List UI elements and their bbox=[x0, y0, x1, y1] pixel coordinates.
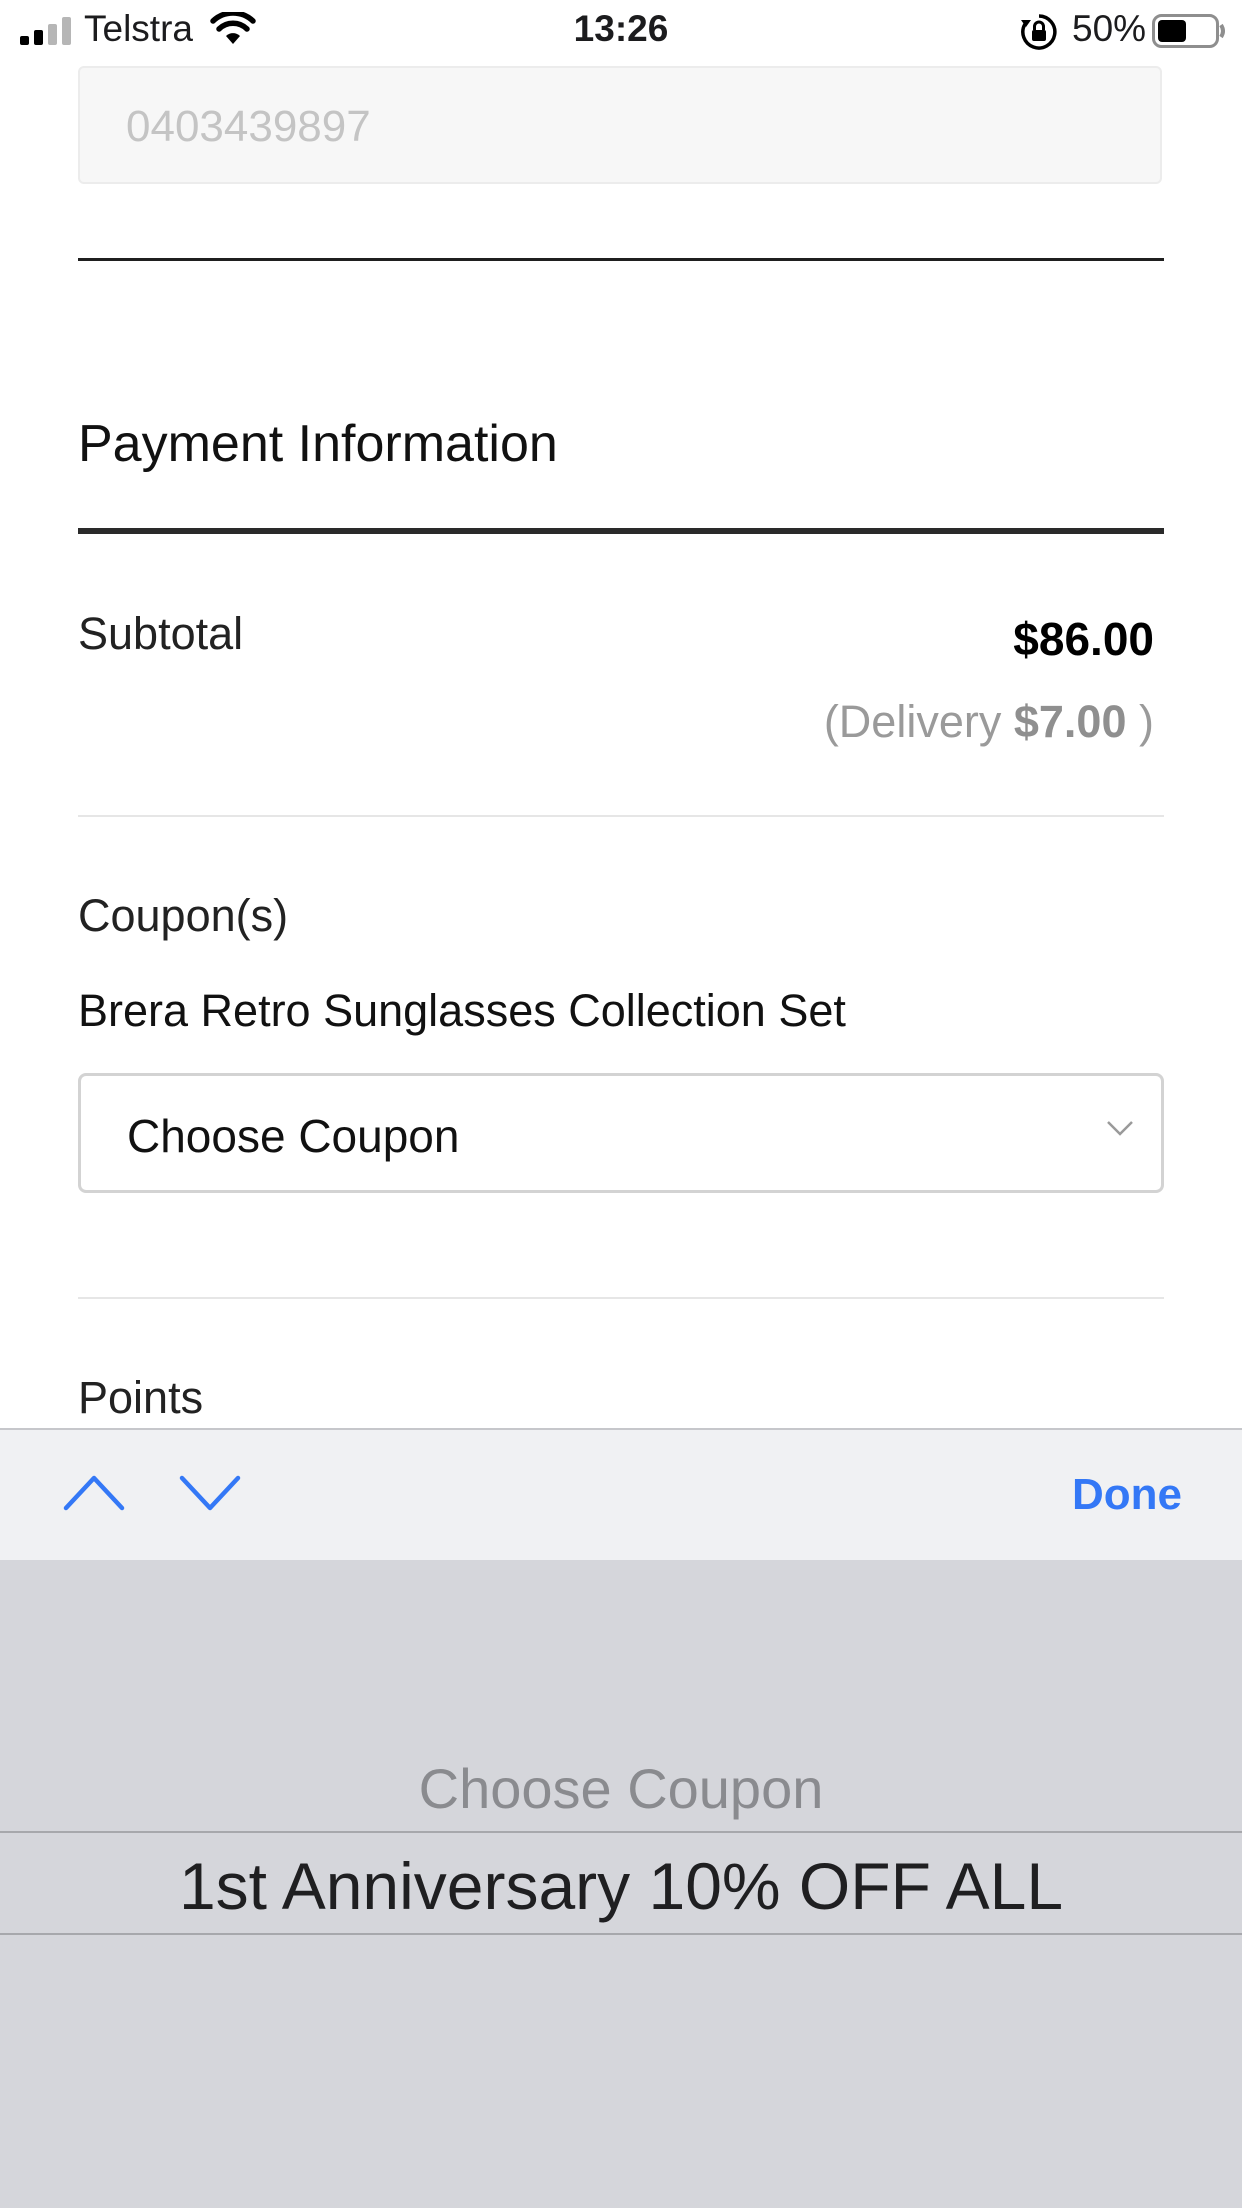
chevron-up-icon[interactable] bbox=[62, 1472, 126, 1512]
section-title: Payment Information bbox=[78, 415, 558, 473]
coupon-select[interactable]: Choose Coupon bbox=[78, 1073, 1164, 1193]
orientation-lock-icon bbox=[1021, 14, 1057, 50]
delivery-value: $7.00 bbox=[1013, 696, 1127, 747]
divider bbox=[78, 258, 1164, 261]
chevron-down-icon bbox=[1107, 1121, 1133, 1136]
picker-option-selected[interactable]: 1st Anniversary 10% OFF ALL bbox=[0, 1848, 1242, 1924]
section-divider bbox=[78, 528, 1164, 534]
phone-number-value: 0403439897 bbox=[126, 102, 371, 151]
coupon-picker-wheel[interactable]: Choose Coupon 1st Anniversary 10% OFF AL… bbox=[0, 1560, 1242, 2208]
delivery-fee: (Delivery $7.00 ) bbox=[824, 696, 1154, 748]
battery-percentage: 50% bbox=[1072, 8, 1147, 49]
picker-option[interactable]: Choose Coupon bbox=[0, 1756, 1242, 1821]
coupon-select-value: Choose Coupon bbox=[127, 1110, 460, 1162]
divider bbox=[78, 1297, 1164, 1299]
points-label: Points bbox=[78, 1372, 204, 1423]
phone-number-field[interactable]: 0403439897 bbox=[78, 66, 1162, 184]
delivery-suffix: ) bbox=[1139, 696, 1154, 747]
status-bar: Telstra 13:26 50% bbox=[0, 0, 1242, 62]
subtotal-label: Subtotal bbox=[78, 608, 244, 659]
coupons-label: Coupon(s) bbox=[78, 890, 289, 941]
coupon-product-name: Brera Retro Sunglasses Collection Set bbox=[78, 985, 846, 1036]
divider bbox=[78, 815, 1164, 817]
picker-toolbar: Done bbox=[0, 1428, 1242, 1560]
done-button[interactable]: Done bbox=[1072, 1470, 1182, 1520]
delivery-prefix: (Delivery bbox=[823, 696, 1002, 747]
chevron-down-icon[interactable] bbox=[178, 1474, 242, 1514]
subtotal-value: $86.00 bbox=[1013, 613, 1154, 665]
battery-icon bbox=[1152, 14, 1225, 48]
